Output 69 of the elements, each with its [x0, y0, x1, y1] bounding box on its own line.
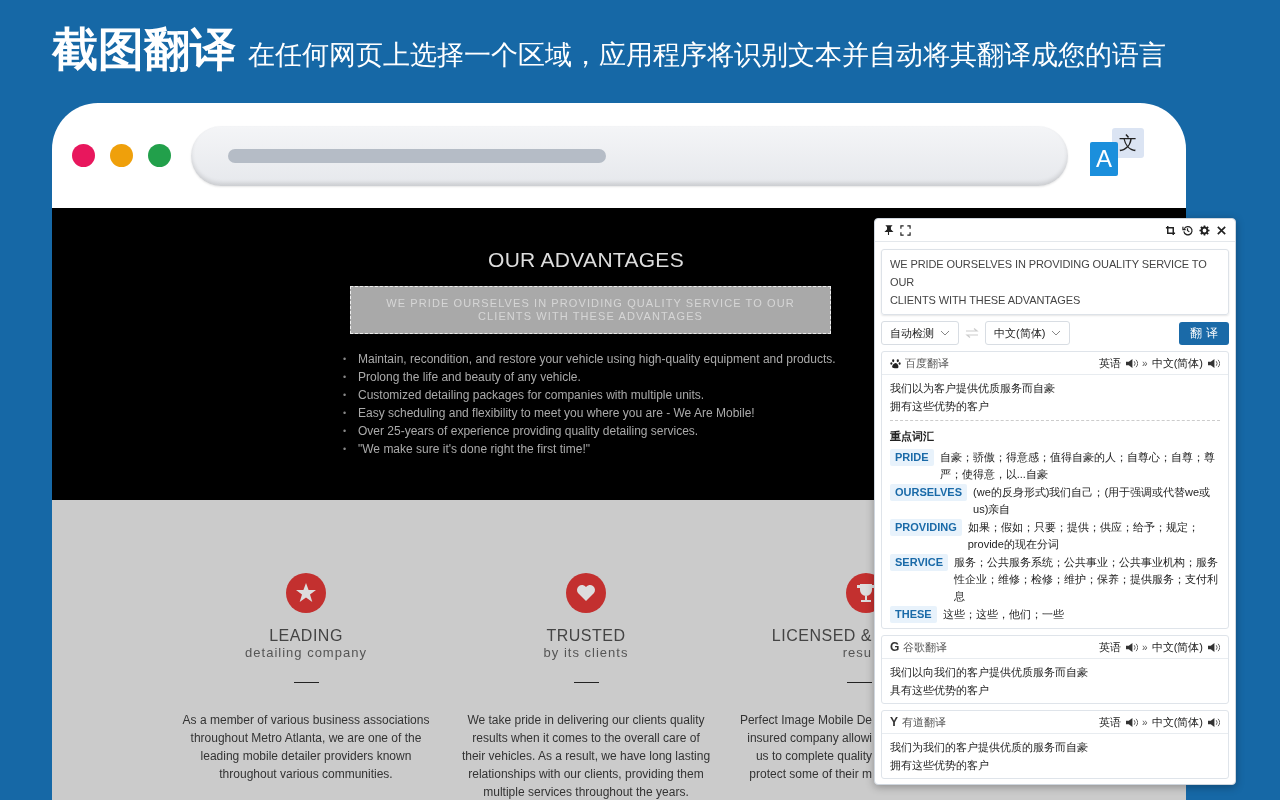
translate-button[interactable]: 翻 译	[1179, 321, 1229, 345]
vocabulary-word-tag: PROVIDING	[890, 519, 962, 536]
direction-separator: »	[1142, 357, 1148, 369]
bullet-marker: •	[343, 353, 348, 366]
translation-line: 我们以向我们的客户提供优质服务而自豪	[890, 665, 1089, 680]
banner-title: 截图翻译	[52, 21, 236, 77]
target-language-label: 中文(简体)	[1151, 639, 1203, 655]
advantage-item: Prolong the life and beauty of any vehicle.	[358, 369, 581, 386]
vocabulary-meaning: 如果；假如；只要；提供；供应；给予；规定；provide的现在分词	[967, 520, 1200, 552]
feature-description-line: throughout various communities.	[219, 766, 393, 783]
target-language-label: 中文(简体)	[1151, 714, 1203, 730]
feature-title: TRUSTED	[546, 627, 626, 645]
feature-description-line: protect some of their m	[749, 766, 872, 783]
direction-separator: »	[1142, 641, 1148, 653]
translation-line: 我们为我们的客户提供优质的服务而自豪	[890, 740, 1089, 755]
feature-description-line: As a member of various business associations	[182, 712, 430, 729]
vocabulary-meaning: 服务；公共服务系统；公共事业；公共事业机构；服务性企业；维修；检修；维护；保养；提供服务；支付利息	[954, 555, 1220, 604]
feature-description-line: We take pride in delivering our clients quality	[467, 712, 705, 729]
vocabulary-meaning: (we的反身形式)我们自己；(用于强调或代替we或us)亲自	[973, 485, 1212, 517]
bullet-marker: •	[343, 371, 348, 384]
translation-line: 拥有这些优势的客户	[890, 399, 990, 414]
advantage-item: Over 25-years of experience providing quality detailing services.	[358, 423, 699, 440]
source-language-select[interactable]: 自动检测	[881, 321, 959, 345]
target-language-label: 中文(简体)	[1151, 355, 1203, 371]
section-heading: OUR ADVANTAGES	[488, 248, 684, 272]
vocabulary-word-tag: OURSELVES	[890, 484, 968, 501]
feature-description-line: results when it comes to the overall care of	[472, 730, 700, 747]
vocabulary-heading: 重点词汇	[890, 429, 935, 444]
banner-subtitle: 在任何网页上选择一个区域，应用程序将识别文本并自动将其翻译成您的语言	[248, 38, 1166, 72]
advantage-item: Maintain, recondition, and restore your vehicle using high-quality equipment and products.	[358, 351, 836, 368]
vocabulary-meaning: 自豪；骄傲；得意感；值得自豪的人；自尊心；自尊；尊严；使得意，以...自豪	[939, 450, 1216, 482]
bullet-marker: •	[343, 407, 348, 420]
feature-description-line: insured company allowi	[747, 730, 872, 747]
bullet-marker: •	[343, 425, 348, 438]
source-language-label: 英语	[1099, 355, 1122, 371]
feature-description-line: Perfect Image Mobile De	[739, 712, 872, 729]
direction-separator: »	[1142, 716, 1148, 728]
feature-title: LEADING	[269, 627, 343, 645]
advantage-item: "We make sure it's done right the first time!"	[358, 441, 590, 458]
translation-line: 拥有这些优势的客户	[890, 758, 990, 773]
source-text-field[interactable]: WE PRIDE OURSELVES IN PROVIDING OUALITY SERVICE TO OUR CLIENTS WITH THESE ADVANTAGES	[881, 249, 1229, 315]
source-language-label: 英语	[1099, 639, 1122, 655]
translation-line: 我们以为客户提供优质服务而自豪	[890, 381, 1056, 396]
feature-description-line: us to complete quality	[755, 748, 872, 765]
feature-subtitle: resu	[842, 645, 872, 660]
feature-description-line: throughout Metro Atlanta, we are one of the	[190, 730, 422, 747]
feature-description-line: leading mobile detailer providers known	[200, 748, 412, 765]
google-logo-icon: G	[890, 640, 900, 654]
target-language-select[interactable]: 中文(简体)	[985, 321, 1071, 345]
vocabulary-word-tag: THESE	[890, 606, 937, 623]
youdao-logo-icon: Y	[890, 715, 898, 729]
vocabulary-word-tag: PRIDE	[890, 449, 934, 466]
vocabulary-meaning: 这些；这些，他们；一些	[942, 607, 1065, 622]
bullet-marker: •	[343, 389, 348, 402]
feature-description-line: their vehicles. As a result, we have long lasting	[461, 748, 711, 765]
engine-name: 百度翻译	[905, 355, 949, 371]
feature-title: LICENSED &	[771, 627, 872, 645]
advantage-item: Easy scheduling and flexibility to meet you where you are - We Are Mobile!	[358, 405, 755, 422]
advantage-item: Customized detailing packages for companies with multiple units.	[358, 387, 705, 404]
feature-subtitle: detailing company	[245, 645, 367, 660]
feature-description-line: multiple services throughout the years.	[483, 784, 689, 800]
engine-name: 有道翻译	[902, 714, 946, 730]
engine-name: 谷歌翻译	[903, 639, 948, 655]
translation-line: 具有这些优势的客户	[890, 683, 990, 698]
vocabulary-word-tag: SERVICE	[890, 554, 949, 571]
feature-description-line: relationships with our clients, providing them	[468, 766, 704, 783]
feature-subtitle: by its clients	[543, 645, 629, 660]
bullet-marker: •	[343, 443, 348, 456]
source-language-label: 英语	[1099, 714, 1122, 730]
